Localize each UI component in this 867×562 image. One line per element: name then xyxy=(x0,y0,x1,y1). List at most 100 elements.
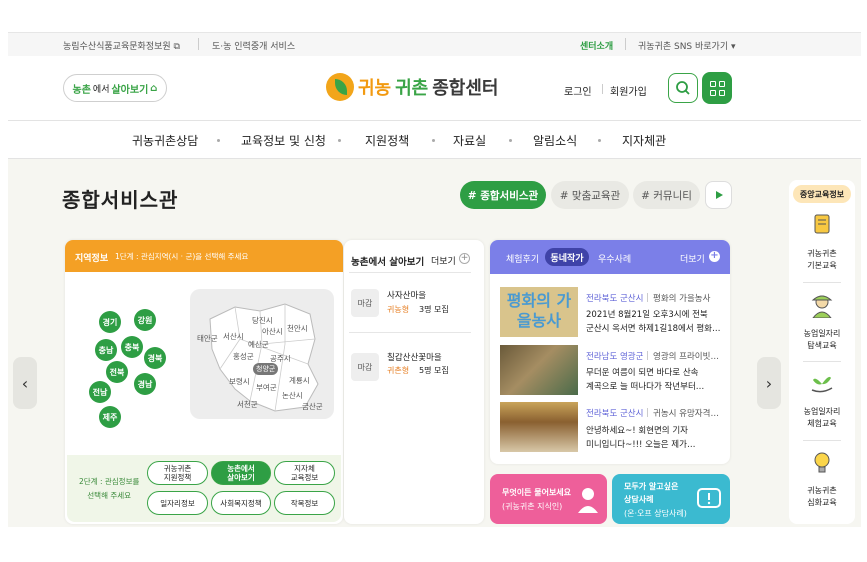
tab-custom-education[interactable]: # 맞춤교육관 xyxy=(551,181,629,209)
city-hongseong[interactable]: 홍성군 xyxy=(233,351,254,362)
city-cheonan[interactable]: 천안시 xyxy=(287,323,308,334)
story-excerpt[interactable]: 안녕하세요~! 회현면의 기자 미니입니다~!!! 오늘은 제가… xyxy=(586,424,695,452)
plus-icon[interactable]: + xyxy=(459,253,470,264)
story-excerpt[interactable]: 2021년 8월21일 오후3시에 전북 군산시 옥서면 하제1길18에서 평화… xyxy=(586,308,721,336)
city-yesan[interactable]: 예산군 xyxy=(248,339,269,350)
logo-text-3: 종합센터 xyxy=(432,78,499,99)
tab-reviews[interactable]: 체험후기 xyxy=(506,252,539,265)
tab-best-cases[interactable]: 우수사례 xyxy=(598,252,631,265)
person-question-icon xyxy=(578,488,598,513)
farm-life-pill-button[interactable]: 농촌 에서 살아보기 ⌂ xyxy=(63,74,167,102)
info-farm-life-button[interactable]: 농촌에서 살아보기 xyxy=(211,461,271,485)
stories-more[interactable]: 더보기 xyxy=(680,252,705,265)
banner-cases-line1: 모두가 알고싶은 xyxy=(624,482,679,491)
farm-count: 5명 모집 xyxy=(419,366,449,375)
site-logo[interactable]: 귀농 귀촌 종합센터 xyxy=(326,73,499,101)
nav-policy[interactable]: 지원정책 xyxy=(365,132,409,149)
city-asan[interactable]: 아산시 xyxy=(262,326,283,337)
link-labor[interactable]: 도·농 인력중개 서비스 xyxy=(212,39,295,52)
plus-icon[interactable]: + xyxy=(709,251,720,262)
status-badge: 마감 xyxy=(351,289,379,317)
map-outline xyxy=(209,303,319,412)
province-gangwon[interactable]: 강원 xyxy=(134,309,156,331)
nav-news[interactable]: 알림소식 xyxy=(533,132,577,149)
grid-icon-cell xyxy=(718,80,725,87)
sidebar-item-basic-education[interactable]: 귀농귀촌 기본교육 xyxy=(795,212,849,272)
city-gyeryong[interactable]: 계룡시 xyxy=(289,375,310,386)
province-jeju[interactable]: 제주 xyxy=(99,406,121,428)
nav-education[interactable]: 교육정보 및 신청 xyxy=(241,132,326,149)
tab-community[interactable]: # 커뮤니티 xyxy=(633,181,700,209)
info-jobs-button[interactable]: 일자리정보 xyxy=(147,491,208,515)
city-seosan[interactable]: 서산시 xyxy=(223,331,244,342)
excerpt-line: 무더운 여름이 되면 바다로 산속 xyxy=(586,368,699,378)
excerpt-line: 안녕하세요~! 회현면의 기자 xyxy=(586,426,688,436)
autoplay-button[interactable] xyxy=(705,181,732,209)
divider xyxy=(625,38,626,50)
city-boryeong[interactable]: 보령시 xyxy=(229,376,250,387)
story-excerpt[interactable]: 무더운 여름이 되면 바다로 산속 계곡으로 늘 떠나다가 작년부터… xyxy=(586,366,704,394)
city-dangjin[interactable]: 당진시 xyxy=(252,315,273,326)
house-icon: ⌂ xyxy=(150,82,158,94)
grid-icon-cell xyxy=(718,89,725,96)
nav-dot xyxy=(432,139,435,142)
province-gyeongbuk[interactable]: 경북 xyxy=(144,347,166,369)
play-icon xyxy=(715,191,723,199)
city-nonsan[interactable]: 논산시 xyxy=(282,390,303,401)
search-icon xyxy=(676,81,690,95)
tab-local-writer[interactable]: 동네작가 xyxy=(545,248,589,266)
logo-text-2: 귀촌 xyxy=(395,78,429,99)
info-welfare-button[interactable]: 사회복지정책 xyxy=(211,491,271,515)
sns-dropdown[interactable]: 귀농귀촌 SNS 바로가기 ▾ xyxy=(638,39,736,52)
story-title[interactable]: 평화의 가을농사 xyxy=(653,292,710,304)
next-slide-button[interactable]: › xyxy=(757,357,781,409)
list-item[interactable]: 마감 칠갑산산꽃마을 귀촌형 5명 모집 xyxy=(349,332,471,392)
province-gyeonggi[interactable]: 경기 xyxy=(99,311,121,333)
prev-slide-button[interactable]: ‹ xyxy=(13,357,37,409)
nav-local-gov[interactable]: 지자체관 xyxy=(622,132,666,149)
nav-library[interactable]: 자료실 xyxy=(453,132,486,149)
ask-anything-banner[interactable]: 무엇이든 물어보세요 (귀농귀촌 지식인) xyxy=(490,474,607,524)
city-seocheon[interactable]: 서천군 xyxy=(237,399,258,410)
tab-general-service[interactable]: # 종합서비스관 xyxy=(460,181,546,209)
province-chungbuk[interactable]: 충북 xyxy=(121,336,143,358)
story-thumbnail[interactable] xyxy=(500,345,578,395)
city-geumsan[interactable]: 금산군 xyxy=(302,401,323,412)
province-chungnam[interactable]: 충남 xyxy=(95,339,117,361)
story-title[interactable]: 귀농시 유망자격… xyxy=(653,407,719,419)
farm-type: 귀촌형 xyxy=(387,366,410,375)
banner-cases-line3: (온·오프 상담사례) xyxy=(624,509,687,518)
info-crops-button[interactable]: 작목정보 xyxy=(274,491,335,515)
story-thumbnail[interactable] xyxy=(500,402,578,452)
join-link[interactable]: 회원가입 xyxy=(602,83,647,98)
counseling-cases-banner[interactable]: 모두가 알고싶은 상담사례 (온·오프 상담사례) xyxy=(612,474,730,524)
link-center-intro[interactable]: 센터소개 xyxy=(580,39,613,52)
btn-line: 지원정책 xyxy=(163,473,192,482)
list-item[interactable]: 마감 사자산마을 귀농형 3명 모집 xyxy=(349,272,471,332)
farm-life-more[interactable]: 더보기 xyxy=(431,254,456,267)
info-support-policy-button[interactable]: 귀농귀촌 지원정책 xyxy=(147,461,208,485)
story-thumbnail[interactable]: 평화의 가을농사 xyxy=(500,287,578,337)
pill-text-green: 농촌 xyxy=(72,84,91,96)
step2-line1: 2단계 : 관심정보를 xyxy=(79,477,140,486)
sidebar-item-advanced-education[interactable]: 귀농귀촌 심화교육 xyxy=(795,449,849,509)
btn-line: 교육정보 xyxy=(290,473,319,482)
link-epis[interactable]: 농림수산식품교육문화정보원 ⧉ xyxy=(63,39,180,52)
sprout-hand-icon xyxy=(811,376,833,393)
city-cheongyang-selected[interactable]: 청양군 xyxy=(253,363,279,375)
sidebar-item-job-explore[interactable]: 농업일자리 탐색교육 xyxy=(795,292,849,352)
info-local-education-button[interactable]: 지자체 교육정보 xyxy=(274,461,335,485)
all-menu-button[interactable] xyxy=(702,72,732,104)
province-jeonbuk[interactable]: 전북 xyxy=(106,361,128,383)
province-jeonnam[interactable]: 전남 xyxy=(89,381,111,403)
nav-counseling[interactable]: 귀농귀촌상담 xyxy=(132,132,198,149)
city-buyeo[interactable]: 부여군 xyxy=(256,382,277,393)
province-gyeongnam[interactable]: 경남 xyxy=(134,373,156,395)
story-location: 전라남도 영광군 xyxy=(586,352,644,362)
sidebar-item-job-experience[interactable]: 농업일자리 체험교육 xyxy=(795,370,849,430)
story-title[interactable]: 영광의 프라이빗… xyxy=(653,350,719,362)
login-link[interactable]: 로그인 xyxy=(564,83,592,98)
city-taean[interactable]: 태안군 xyxy=(197,333,218,344)
grid-icon-cell xyxy=(709,89,716,96)
search-button[interactable] xyxy=(668,73,698,103)
